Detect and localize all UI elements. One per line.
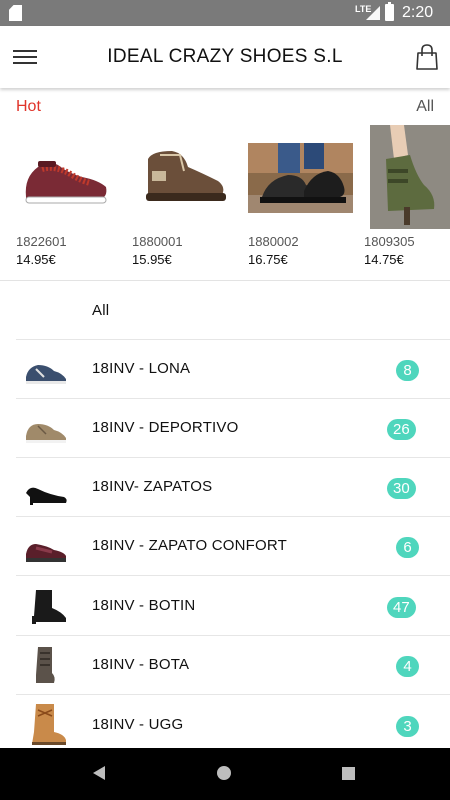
back-icon[interactable] [93,766,105,780]
app-bar: IDEAL CRAZY SHOES S.L [0,26,450,88]
category-thumbnail [26,544,66,562]
app-title: IDEAL CRAZY SHOES S.L [107,46,343,67]
product-image [16,125,121,229]
product-price: 15.95€ [132,252,172,267]
recent-apps-icon[interactable] [342,767,355,780]
category-thumbnail [32,704,66,745]
count-badge: 47 [387,597,416,618]
product-price: 16.75€ [248,252,288,267]
product-image [248,125,353,229]
category-label: All [92,302,110,319]
category-thumbnail [26,487,67,505]
category-all[interactable]: All [16,281,450,340]
count-badge: 8 [396,360,419,381]
count-badge: 30 [387,478,416,499]
category-label: 18INV - UGG [92,716,184,733]
count-badge: 6 [396,537,419,558]
count-badge: 4 [396,656,419,677]
system-navigation-bar [0,748,450,800]
category-thumbnail [26,365,66,384]
hot-all-link[interactable]: All [416,98,434,116]
hot-label: Hot [16,98,41,115]
category-item[interactable]: 18INV - ZAPATO CONFORT 6 [16,517,450,576]
product-price: 14.75€ [364,252,404,267]
category-label: 18INV- ZAPATOS [92,478,213,495]
product-code: 1880002 [248,234,299,249]
product-card[interactable]: 1822601 14.95€ [16,125,121,275]
home-icon[interactable] [217,766,231,780]
category-label: 18INV - BOTA [92,656,190,673]
product-code: 1809305 [364,234,415,249]
category-thumbnail [36,647,55,683]
category-item[interactable]: 18INV - LONA 8 [16,340,450,399]
product-card[interactable]: 1809305 14.75€ [364,125,450,275]
category-label: 18INV - LONA [92,360,191,377]
product-image [132,125,237,229]
status-time: 2:20 [402,4,434,21]
category-item[interactable]: 18INV - DEPORTIVO 26 [16,399,450,458]
product-card[interactable]: 1880002 16.75€ [248,125,353,275]
product-code: 1822601 [16,234,67,249]
count-badge: 26 [387,419,416,440]
category-thumbnail [26,424,66,443]
category-item[interactable]: 18INV - BOTIN 47 [16,577,450,636]
count-badge: 3 [396,716,419,737]
product-image [364,125,450,229]
hot-section-header: Hot All [16,96,434,118]
network-type: LTE [355,4,372,14]
product-code: 1880001 [132,234,183,249]
product-price: 14.95€ [16,252,56,267]
category-label: 18INV - ZAPATO CONFORT [92,537,287,554]
category-item[interactable]: 18INV - UGG 3 [16,696,450,755]
sd-card-icon [9,5,22,21]
category-label: 18INV - DEPORTIVO [92,419,239,436]
battery-icon [385,2,394,21]
status-bar: LTE 2:20 [0,0,450,26]
category-label: 18INV - BOTIN [92,597,196,614]
category-item[interactable]: 18INV- ZAPATOS 30 [16,458,450,517]
category-item[interactable]: 18INV - BOTA 4 [16,636,450,695]
shopping-bag-icon[interactable] [416,44,438,70]
category-thumbnail [32,590,66,624]
product-card[interactable]: 1880001 15.95€ [132,125,237,275]
